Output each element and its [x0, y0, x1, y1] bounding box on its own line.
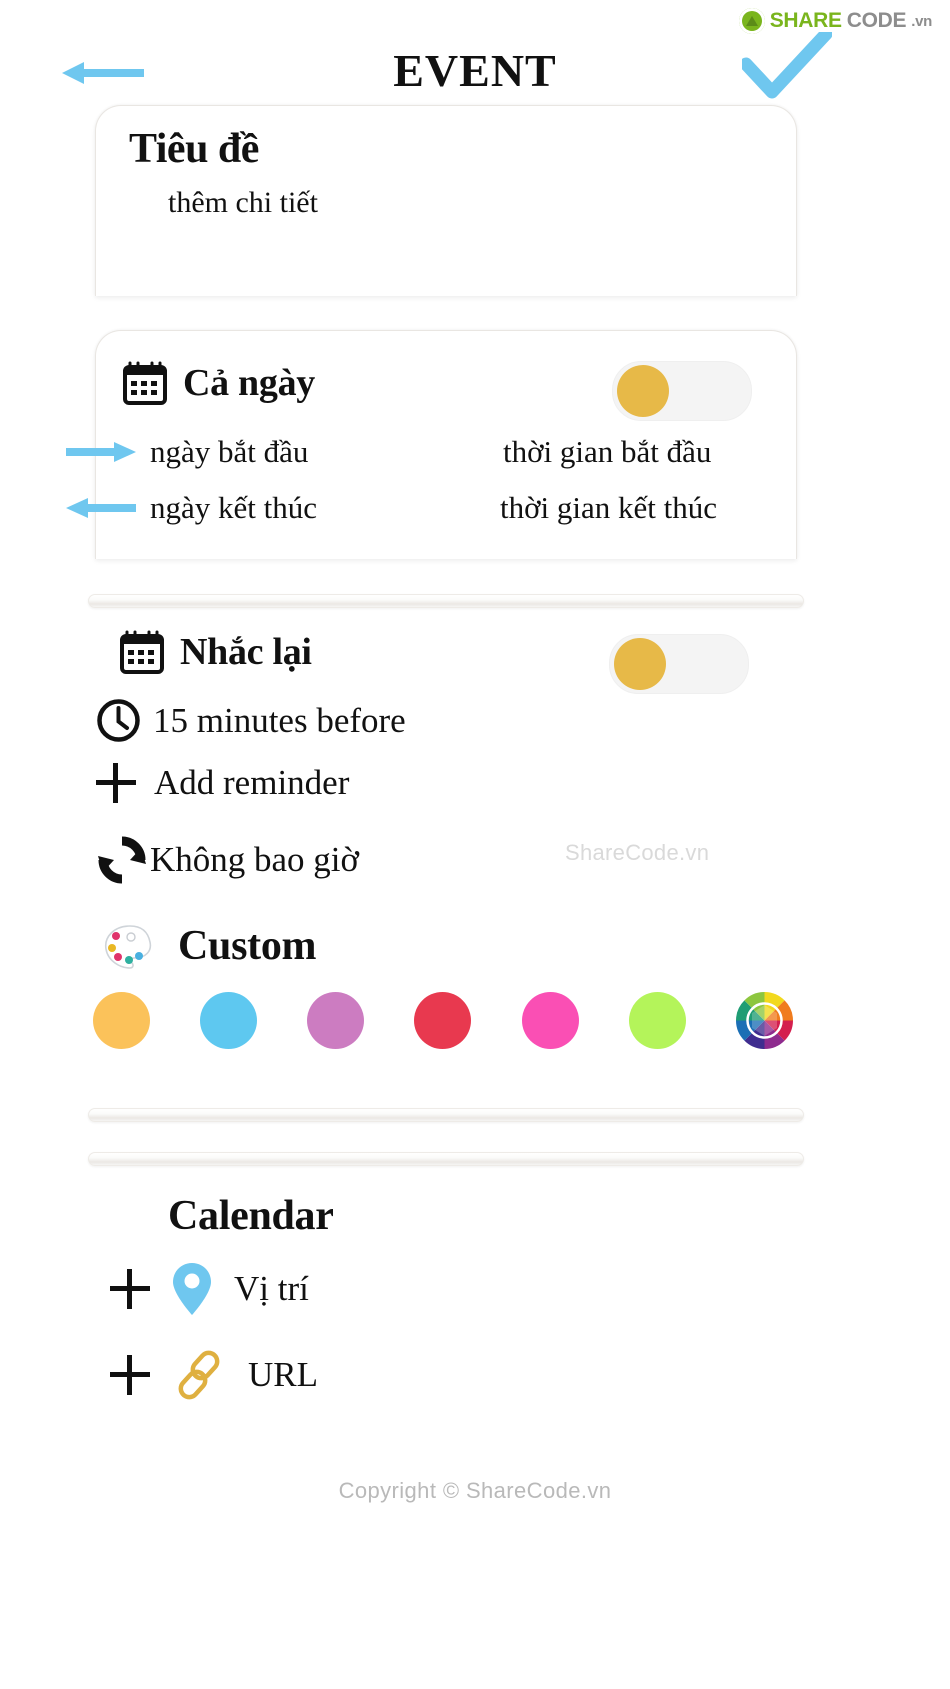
end-date-field[interactable]: ngày kết thúc	[150, 490, 317, 526]
url-label: URL	[248, 1355, 318, 1394]
swatch-skyblue[interactable]	[200, 992, 258, 1049]
divider-1	[88, 594, 804, 608]
start-date-pointer-arrow-icon	[66, 442, 136, 462]
clock-icon	[97, 699, 140, 742]
swatch-orchid[interactable]	[307, 992, 365, 1049]
title-card[interactable]: Tiêu đề thêm chi tiết	[95, 105, 797, 296]
link-icon	[178, 1350, 220, 1400]
all-day-label: Cả ngày	[183, 362, 315, 404]
copyright-text: Copyright © ShareCode.vn	[338, 1478, 612, 1503]
reminder-toggle[interactable]	[609, 634, 749, 694]
end-date-pointer-arrow-icon	[66, 498, 136, 518]
add-location-row[interactable]: Vị trí	[110, 1262, 309, 1316]
checkmark-icon[interactable]	[742, 32, 832, 100]
reminder-label: Nhắc lại	[180, 631, 312, 673]
add-url-row[interactable]: URL	[110, 1348, 318, 1402]
divider-3	[88, 1152, 804, 1166]
swatch-lime[interactable]	[628, 992, 686, 1049]
add-reminder-label: Add reminder	[154, 763, 350, 802]
custom-label: Custom	[178, 923, 317, 969]
event-editor-screen: SHARE CODE .vn EVENT Tiêu đề thêm chi tiết	[0, 0, 950, 1689]
repeat-value-label: Không bao giờ	[150, 840, 360, 879]
repeat-row[interactable]: Nhắc lại	[118, 628, 312, 676]
divider-2	[88, 1108, 804, 1122]
all-day-toggle[interactable]	[612, 361, 752, 421]
plus-icon	[110, 1269, 150, 1309]
swatch-amber[interactable]	[93, 992, 150, 1049]
event-title-input[interactable]: Tiêu đề	[129, 125, 259, 173]
end-time-field[interactable]: thời gian kết thúc	[500, 490, 717, 526]
reminder-toggle-knob	[614, 638, 666, 690]
reminder-value-row[interactable]: 15 minutes before	[96, 698, 406, 743]
reminder-value-label: 15 minutes before	[153, 700, 406, 740]
start-date-field[interactable]: ngày bắt đầu	[150, 434, 308, 470]
start-time-field[interactable]: thời gian bắt đầu	[503, 434, 711, 470]
color-swatch-row	[93, 992, 793, 1049]
repeat-icon	[98, 836, 146, 884]
mid-watermark: ShareCode.vn	[565, 840, 710, 865]
header: EVENT	[0, 0, 950, 110]
date-card: Cả ngày ngày bắt đầu thời gian bắt đầu n…	[95, 330, 797, 559]
palette-icon	[105, 925, 152, 969]
all-day-row[interactable]: Cả ngày	[121, 359, 315, 407]
swatch-rainbow[interactable]	[735, 992, 793, 1049]
all-day-toggle-knob	[617, 365, 669, 417]
plus-icon	[96, 763, 136, 803]
calendar-heading: Calendar	[168, 1193, 334, 1239]
swatch-pink[interactable]	[521, 992, 579, 1049]
calendar-icon	[120, 630, 164, 674]
color-wheel-icon	[735, 992, 793, 1049]
calendar-icon	[123, 361, 167, 405]
repeat-value-row[interactable]: Không bao giờ	[96, 834, 359, 886]
location-label: Vị trí	[234, 1269, 309, 1308]
swatch-crimson[interactable]	[414, 992, 472, 1049]
add-reminder-row[interactable]: Add reminder	[96, 763, 349, 803]
map-pin-icon	[173, 1263, 211, 1315]
event-details-input[interactable]: thêm chi tiết	[168, 186, 318, 220]
custom-row[interactable]: Custom	[100, 918, 317, 974]
plus-icon	[110, 1355, 150, 1395]
